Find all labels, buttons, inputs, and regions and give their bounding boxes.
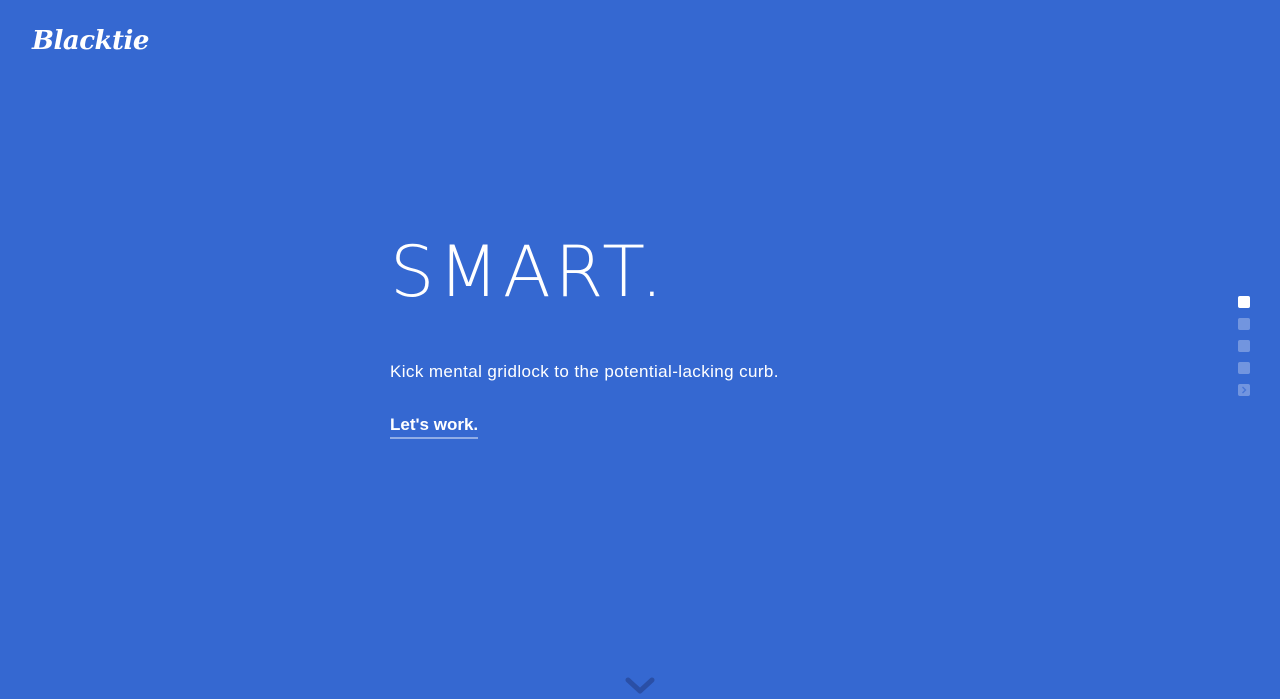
logo[interactable]: Blacktie: [32, 28, 149, 54]
pagination-dot-4[interactable]: [1238, 362, 1250, 374]
chevron-down-icon: [625, 677, 655, 694]
pagination-dot-5[interactable]: [1238, 384, 1250, 396]
cta-link[interactable]: Let's work.: [390, 414, 479, 439]
pagination-dot-3[interactable]: [1238, 340, 1250, 352]
pagination-dot-1[interactable]: [1238, 296, 1250, 308]
hero-section: SMART. Kick mental gridlock to the poten…: [390, 232, 1090, 439]
scroll-down-button[interactable]: [625, 676, 655, 696]
section-pagination: [1238, 296, 1250, 396]
hero-headline: SMART.: [390, 231, 667, 313]
hero-tagline: Kick mental gridlock to the potential-la…: [390, 362, 779, 381]
pagination-dot-2[interactable]: [1238, 318, 1250, 330]
chevron-right-icon: [1242, 386, 1247, 394]
